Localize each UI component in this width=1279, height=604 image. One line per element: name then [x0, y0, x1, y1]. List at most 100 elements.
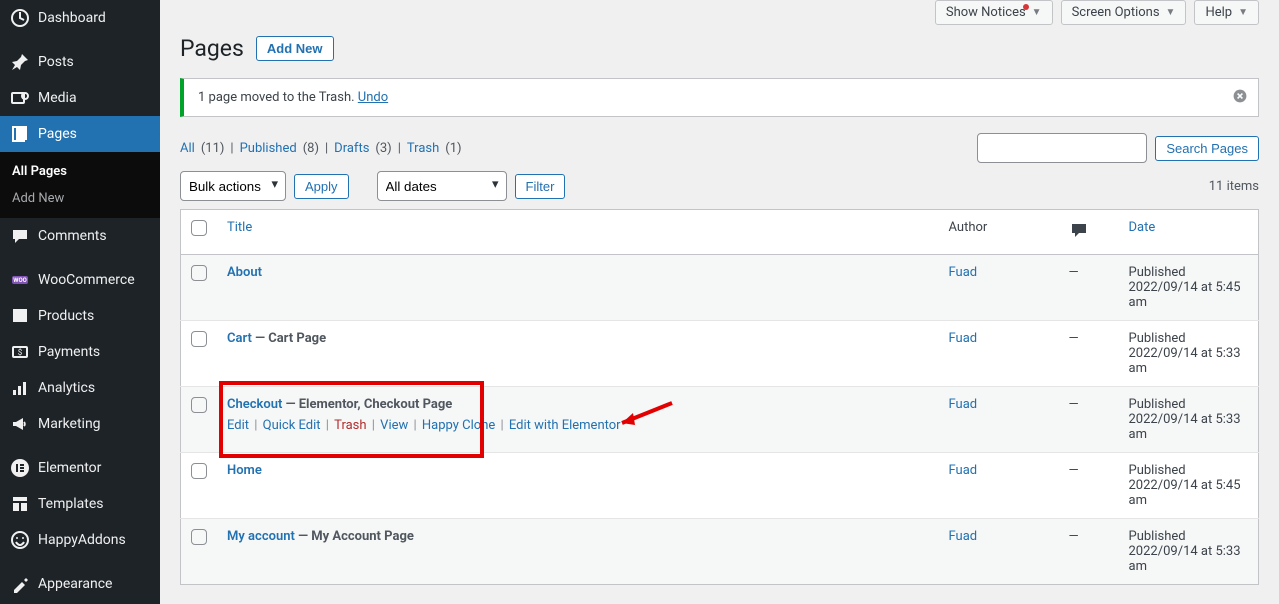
action-edit[interactable]: Edit — [227, 418, 249, 433]
page-meta: — Cart Page — [252, 331, 326, 346]
sidebar-item-products[interactable]: Products — [0, 298, 160, 334]
comments-count: — — [1059, 387, 1119, 453]
comments-count: — — [1059, 519, 1119, 585]
page-meta: — Elementor, Checkout Page — [282, 397, 452, 412]
author-link[interactable]: Fuad — [949, 529, 978, 544]
column-author: Author — [939, 210, 1059, 255]
notice-undo-link[interactable]: Undo — [358, 90, 388, 105]
table-row: AboutFuad—Published2022/09/14 at 5:45 am — [181, 255, 1259, 321]
sidebar-item-marketing[interactable]: Marketing — [0, 406, 160, 442]
sidebar-item-analytics[interactable]: Analytics — [0, 370, 160, 406]
happy-icon — [10, 530, 30, 550]
sidebar-item-happyaddons[interactable]: HappyAddons — [0, 522, 160, 558]
comments-icon — [10, 226, 30, 246]
column-title[interactable]: Title — [227, 220, 252, 235]
date-cell: Published2022/09/14 at 5:33 am — [1119, 519, 1259, 585]
page-header: Pages Add New — [180, 35, 1259, 62]
bulk-actions-row: Bulk actions Apply All dates Filter 11 i… — [180, 171, 1259, 201]
sidebar-label: Posts — [38, 54, 74, 70]
sidebar-label: Dashboard — [38, 10, 106, 26]
dates-filter-select[interactable]: All dates — [377, 171, 507, 201]
chevron-down-icon: ▼ — [1238, 7, 1248, 18]
show-notices-label: Show Notices — [946, 5, 1026, 20]
appearance-icon — [10, 574, 30, 594]
sidebar-label: Media — [38, 90, 77, 106]
status-filter-links: All(11) | Published(8) | Drafts(3) | Tra… — [180, 141, 462, 156]
table-row: Cart — Cart PageFuad—Published2022/09/14… — [181, 321, 1259, 387]
woo-icon: WOO — [10, 270, 30, 290]
sidebar-item-woocommerce[interactable]: WOO WooCommerce — [0, 262, 160, 298]
page-title-link[interactable]: My account — [227, 529, 295, 544]
filter-drafts-count: (3) — [375, 141, 391, 156]
show-notices-button[interactable]: Show Notices ▼ — [935, 0, 1053, 25]
notice-dismiss-button[interactable] — [1232, 88, 1248, 108]
analytics-icon — [10, 378, 30, 398]
sidebar-label: Products — [38, 308, 94, 324]
close-icon — [1232, 88, 1248, 104]
comments-column-icon[interactable] — [1069, 220, 1089, 244]
bulk-apply-button[interactable]: Apply — [294, 174, 349, 199]
sidebar-item-templates[interactable]: Templates — [0, 486, 160, 522]
sidebar-sub-all-pages[interactable]: All Pages — [0, 158, 160, 185]
add-new-button[interactable]: Add New — [256, 36, 334, 61]
page-title-link[interactable]: Home — [227, 463, 262, 478]
sidebar-item-media[interactable]: Media — [0, 80, 160, 116]
search-button[interactable]: Search Pages — [1155, 136, 1259, 161]
row-checkbox[interactable] — [191, 331, 207, 347]
search-area: Search Pages — [977, 133, 1259, 163]
action-quick-edit[interactable]: Quick Edit — [263, 418, 321, 433]
row-checkbox[interactable] — [191, 265, 207, 281]
sidebar-item-posts[interactable]: Posts — [0, 44, 160, 80]
pin-icon — [10, 52, 30, 72]
filter-drafts[interactable]: Drafts — [334, 141, 369, 156]
table-row: HomeFuad—Published2022/09/14 at 5:45 am — [181, 453, 1259, 519]
bulk-actions-select[interactable]: Bulk actions — [180, 171, 286, 201]
sidebar-item-appearance[interactable]: Appearance — [0, 566, 160, 602]
pages-icon — [10, 124, 30, 144]
sidebar-label: WooCommerce — [38, 272, 135, 288]
sidebar-item-pages[interactable]: Pages — [0, 116, 160, 152]
help-label: Help — [1205, 5, 1232, 20]
row-actions: Edit | Quick Edit | Trash | View | Happy… — [227, 418, 929, 433]
page-title-link[interactable]: About — [227, 265, 262, 280]
filter-all[interactable]: All — [180, 141, 195, 156]
author-link[interactable]: Fuad — [949, 331, 978, 346]
row-checkbox[interactable] — [191, 463, 207, 479]
sidebar-label: Elementor — [38, 460, 101, 476]
filter-trash[interactable]: Trash — [407, 141, 439, 156]
sidebar-sub-add-new[interactable]: Add New — [0, 185, 160, 212]
filter-published[interactable]: Published — [240, 141, 297, 156]
sidebar-item-payments[interactable]: $ Payments — [0, 334, 160, 370]
select-all-checkbox[interactable] — [191, 220, 207, 236]
sidebar-item-dashboard[interactable]: Dashboard — [0, 0, 160, 36]
action-trash[interactable]: Trash — [334, 418, 366, 433]
notice-text: 1 page moved to the Trash. — [198, 90, 355, 105]
search-input[interactable] — [977, 133, 1147, 163]
author-link[interactable]: Fuad — [949, 397, 978, 412]
column-date[interactable]: Date — [1129, 220, 1156, 235]
filter-all-count: (11) — [201, 141, 225, 156]
sidebar-label: Analytics — [38, 380, 95, 396]
page-title-link[interactable]: Checkout — [227, 397, 282, 412]
filter-trash-count: (1) — [445, 141, 461, 156]
sidebar-item-elementor[interactable]: Elementor — [0, 450, 160, 486]
page-title-link[interactable]: Cart — [227, 331, 252, 346]
filter-button[interactable]: Filter — [515, 174, 566, 199]
sidebar-submenu: All Pages Add New — [0, 152, 160, 218]
author-link[interactable]: Fuad — [949, 265, 978, 280]
author-link[interactable]: Fuad — [949, 463, 978, 478]
sidebar-item-comments[interactable]: Comments — [0, 218, 160, 254]
action-happy-clone[interactable]: Happy Clone — [422, 418, 495, 433]
help-button[interactable]: Help ▼ — [1194, 0, 1259, 25]
date-cell: Published2022/09/14 at 5:33 am — [1119, 321, 1259, 387]
row-checkbox[interactable] — [191, 397, 207, 413]
payments-icon: $ — [10, 342, 30, 362]
dashboard-icon — [10, 8, 30, 28]
action-view[interactable]: View — [380, 418, 408, 433]
page-meta: — My Account Page — [295, 529, 414, 544]
filter-published-count: (8) — [303, 141, 319, 156]
action-edit-elementor[interactable]: Edit with Elementor — [509, 418, 621, 433]
row-checkbox[interactable] — [191, 529, 207, 545]
screen-options-button[interactable]: Screen Options ▼ — [1061, 0, 1187, 25]
items-count: 11 items — [1209, 179, 1259, 194]
